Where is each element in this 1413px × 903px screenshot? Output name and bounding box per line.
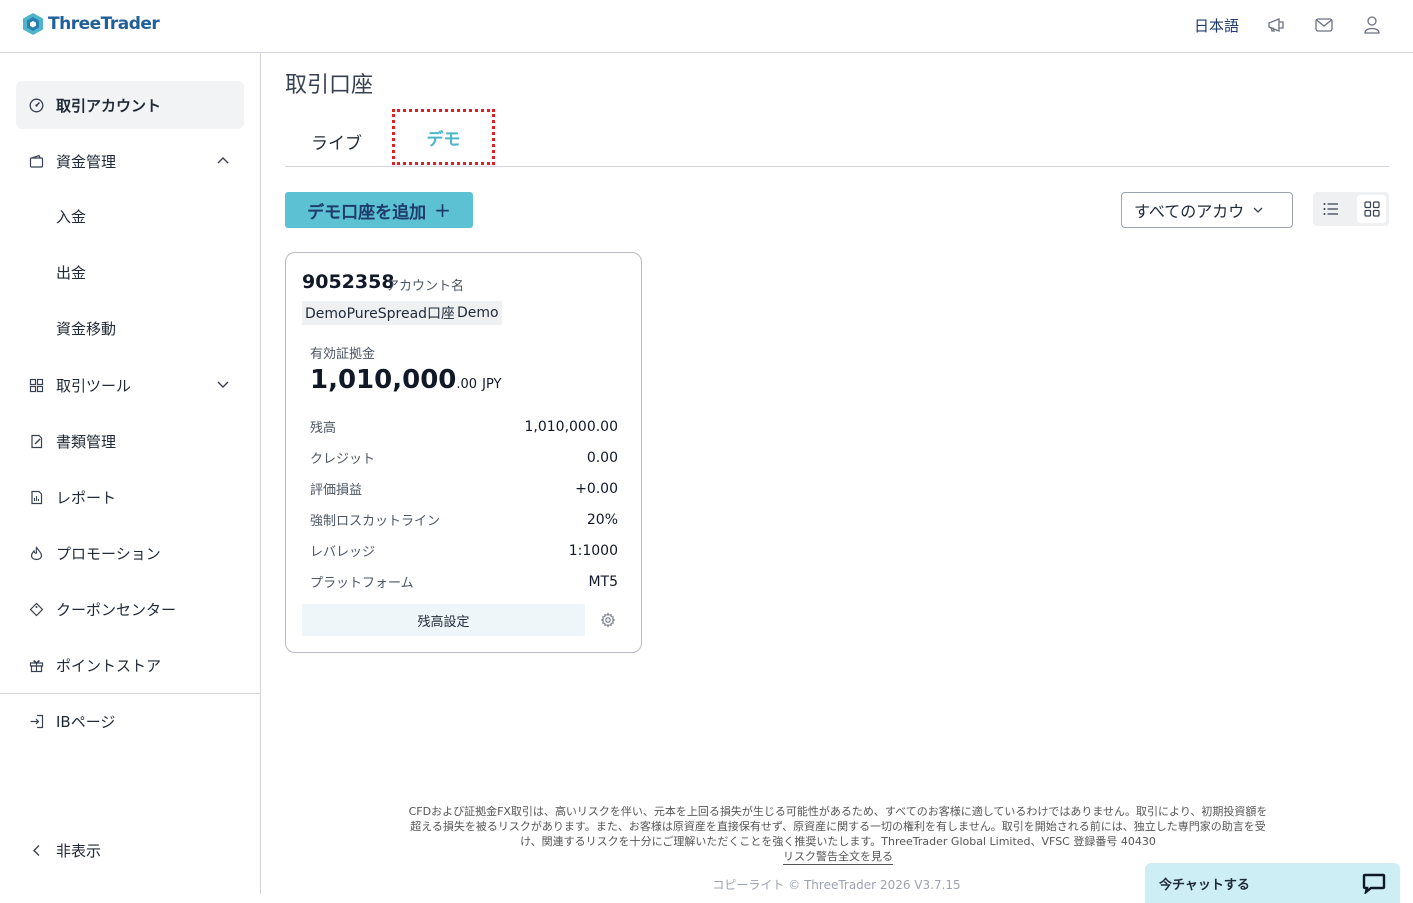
sidebar-divider xyxy=(0,693,260,694)
sidebar-item-coupon-center[interactable]: クーポンセンター xyxy=(16,585,244,633)
account-name-label[interactable]: アカウント名 xyxy=(386,275,464,294)
account-id: 9052358 xyxy=(302,271,395,293)
sidebar-hide-button[interactable]: 非表示 xyxy=(16,826,244,874)
tab-demo[interactable]: デモ xyxy=(392,109,495,165)
sidebar-item-label: IBページ xyxy=(56,712,116,731)
chevron-down-icon xyxy=(1253,207,1263,213)
chat-widget[interactable]: 今チャットする xyxy=(1145,863,1400,903)
top-header: ThreeTrader 日本語 xyxy=(0,0,1413,53)
report-icon xyxy=(28,489,44,505)
sidebar-item-promotions[interactable]: プロモーション xyxy=(16,529,244,577)
chevron-down-icon[interactable] xyxy=(216,377,230,391)
detail-row-credit: クレジット 0.00 xyxy=(310,442,618,473)
account-card[interactable]: 9052358 アカウント名 DemoPureSpread口座 Demo 有効証… xyxy=(285,252,642,653)
sidebar-item-ib-page[interactable]: IBページ xyxy=(16,697,244,745)
sidebar-item-label: 取引ツール xyxy=(56,376,132,395)
account-filter-select[interactable]: すべてのアカウ xyxy=(1121,192,1293,228)
logo-mark-icon xyxy=(23,13,43,35)
user-icon[interactable] xyxy=(1361,14,1383,36)
equity-main: 1,010,000 xyxy=(310,365,457,395)
detail-label: レバレッジ xyxy=(310,545,376,560)
risk-warning-link[interactable]: リスク警告全文を見る xyxy=(783,849,893,865)
sidebar-item-label: レポート xyxy=(56,488,117,507)
detail-value: MT5 xyxy=(588,573,618,590)
equity-value: 1,010,000.00 JPY xyxy=(310,365,502,395)
chevron-up-icon[interactable] xyxy=(216,153,230,167)
detail-row-balance: 残高 1,010,000.00 xyxy=(310,411,618,442)
list-view-button[interactable] xyxy=(1316,195,1345,223)
gear-icon[interactable] xyxy=(600,612,616,628)
detail-row-leverage: レバレッジ 1:1000 xyxy=(310,535,618,566)
sidebar-item-funds[interactable]: 資金管理 xyxy=(16,137,244,185)
megaphone-icon[interactable] xyxy=(1265,14,1287,36)
page-title: 取引口座 xyxy=(285,73,374,98)
sidebar-item-documents[interactable]: 書類管理 xyxy=(16,417,244,465)
detail-row-platform: プラットフォーム MT5 xyxy=(310,566,618,597)
sidebar-item-trading-tools[interactable]: 取引ツール xyxy=(16,361,244,409)
detail-label: クレジット xyxy=(310,452,376,467)
detail-value: 20% xyxy=(586,511,618,528)
document-icon xyxy=(28,433,44,449)
account-details: 残高 1,010,000.00 クレジット 0.00 評価損益 +0.00 強制… xyxy=(310,411,618,597)
sidebar-item-label: クーポンセンター xyxy=(56,600,177,619)
sidebar-item-label: 書類管理 xyxy=(56,432,117,451)
sidebar-item-label: プロモーション xyxy=(56,544,161,563)
detail-value: 1,010,000.00 xyxy=(524,418,618,435)
grid-icon xyxy=(1363,201,1380,217)
tab-live[interactable]: ライブ xyxy=(311,129,362,154)
sidebar-item-label: 取引アカウント xyxy=(56,96,162,115)
detail-row-stopout: 強制ロスカットライン 20% xyxy=(310,504,618,535)
account-type-tag: DemoPureSpread口座 xyxy=(302,301,459,325)
detail-label: プラットフォーム xyxy=(310,576,414,591)
plus-icon: + xyxy=(434,198,451,222)
detail-label: 強制ロスカットライン xyxy=(310,514,441,529)
login-icon xyxy=(28,713,44,729)
add-demo-account-button[interactable]: デモ口座を追加 + xyxy=(285,192,473,228)
chevron-left-icon xyxy=(28,842,44,858)
wallet-icon xyxy=(28,153,44,169)
flame-icon xyxy=(28,545,44,561)
sidebar-item-point-store[interactable]: ポイントストア xyxy=(16,641,244,689)
equity-decimal: .00 xyxy=(456,377,478,392)
list-icon xyxy=(1323,203,1338,215)
detail-value: +0.00 xyxy=(575,480,618,497)
sidebar-subitem-withdraw[interactable]: 出金 xyxy=(56,257,86,287)
sidebar-item-label: 資金管理 xyxy=(56,152,117,171)
brand-name: ThreeTrader xyxy=(48,14,160,34)
coupon-icon xyxy=(28,601,44,617)
sidebar-subitem-deposit[interactable]: 入金 xyxy=(56,201,86,231)
view-toggle xyxy=(1313,192,1389,226)
account-tabs: ライブ デモ xyxy=(285,109,1389,167)
sidebar-item-reports[interactable]: レポート xyxy=(16,473,244,521)
grid-view-button[interactable] xyxy=(1357,195,1386,223)
account-mode-tag: Demo xyxy=(454,301,502,325)
sidebar-subitem-transfer[interactable]: 資金移動 xyxy=(56,313,116,343)
sidebar-item-label: 非表示 xyxy=(56,841,102,860)
logo[interactable]: ThreeTrader xyxy=(22,12,160,36)
chat-bubble-icon xyxy=(1362,873,1386,894)
detail-value: 0.00 xyxy=(586,449,618,466)
risk-disclaimer-text: CFDおよび証拠金FX取引は、高いリスクを伴い、元本を上回る損失が生じる可能性が… xyxy=(408,805,1268,848)
detail-label: 評価損益 xyxy=(310,483,363,498)
language-selector[interactable]: 日本語 xyxy=(1194,15,1239,36)
equity-currency: JPY xyxy=(482,377,502,392)
mail-icon[interactable] xyxy=(1313,14,1335,36)
sidebar-item-trading-accounts[interactable]: 取引アカウント xyxy=(16,81,244,129)
account-filter-value: すべてのアカウ xyxy=(1134,202,1245,221)
detail-label: 残高 xyxy=(310,421,337,436)
chat-label: 今チャットする xyxy=(1159,877,1250,893)
tools-icon xyxy=(28,377,44,393)
detail-row-floating-pl: 評価損益 +0.00 xyxy=(310,473,618,504)
risk-disclaimer: CFDおよび証拠金FX取引は、高いリスクを伴い、元本を上回る損失が生じる可能性が… xyxy=(405,804,1271,865)
detail-value: 1:1000 xyxy=(568,542,618,559)
dashboard-icon xyxy=(28,97,44,113)
sidebar: 取引アカウント 資金管理 入金 出金 資金移動 取引ツール 書類管理 レポート … xyxy=(0,53,261,894)
sidebar-item-label: ポイントストア xyxy=(56,656,162,675)
gift-icon xyxy=(28,657,44,673)
equity-label: 有効証拠金 xyxy=(310,347,376,362)
balance-settings-button[interactable]: 残高設定 xyxy=(302,604,585,636)
add-demo-account-label: デモ口座を追加 xyxy=(307,202,427,223)
